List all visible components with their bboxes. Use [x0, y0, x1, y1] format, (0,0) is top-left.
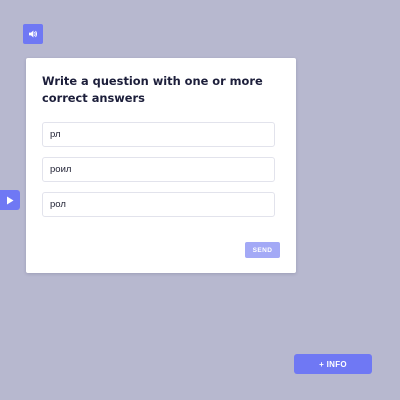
- speaker-icon: [28, 29, 38, 39]
- answer-field-2[interactable]: [42, 157, 275, 182]
- answer-field-3[interactable]: [42, 192, 275, 217]
- send-button[interactable]: SEND: [245, 242, 280, 258]
- question-title: Write a question with one or more correc…: [42, 74, 263, 105]
- play-icon: [6, 196, 14, 205]
- sound-button[interactable]: [23, 24, 43, 44]
- question-card: Write a question with one or more correc…: [26, 58, 296, 273]
- answer-field-1[interactable]: [42, 122, 275, 147]
- side-panel-toggle[interactable]: [0, 190, 20, 210]
- info-button[interactable]: + INFO: [294, 354, 372, 374]
